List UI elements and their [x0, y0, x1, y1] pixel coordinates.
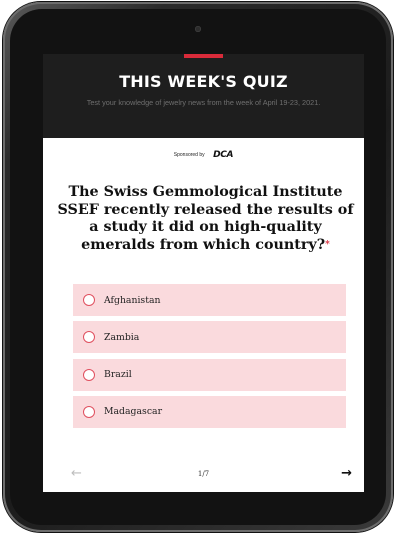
answer-options: Afghanistan Zambia Brazil Madagascar [73, 284, 346, 433]
quiz-screen: THIS WEEK'S QUIZ Test your knowledge of … [43, 54, 364, 492]
answer-option-label: Brazil [104, 369, 132, 381]
quiz-title: THIS WEEK'S QUIZ [119, 72, 288, 91]
radio-icon[interactable] [83, 294, 95, 306]
answer-option-label: Zambia [104, 331, 140, 343]
question-text: The Swiss Gemmological Institute SSEF re… [55, 184, 356, 254]
sponsor-line: Sponsored by DCA [43, 146, 364, 160]
answer-option-zambia[interactable]: Zambia [73, 321, 346, 354]
arrow-right-icon[interactable]: → [341, 466, 352, 481]
radio-icon[interactable] [83, 405, 95, 418]
radio-icon[interactable] [83, 331, 95, 344]
question-label: The Swiss Gemmological Institute SSEF re… [57, 184, 354, 253]
sponsor-logo[interactable]: DCA [213, 150, 233, 160]
tablet-frame: THIS WEEK'S QUIZ Test your knowledge of … [3, 2, 393, 532]
required-marker: * [325, 239, 330, 250]
answer-option-madagascar[interactable]: Madagascar [73, 395, 346, 428]
quiz-subtitle: Test your knowledge of jewelry news from… [86, 98, 321, 107]
answer-option-label: Madagascar [104, 406, 163, 418]
page-counter: 1/7 [197, 470, 210, 478]
sponsor-label: Sponsored by [173, 151, 205, 158]
quiz-header: THIS WEEK'S QUIZ Test your knowledge of … [43, 54, 364, 138]
answer-option-afghanistan[interactable]: Afghanistan [73, 284, 346, 316]
answer-option-brazil[interactable]: Brazil [73, 358, 346, 391]
quiz-pager: ← 1/7 → [43, 466, 364, 486]
radio-icon[interactable] [83, 368, 95, 381]
camera-icon [195, 26, 201, 32]
accent-bar [184, 54, 223, 58]
answer-option-label: Afghanistan [104, 294, 161, 306]
